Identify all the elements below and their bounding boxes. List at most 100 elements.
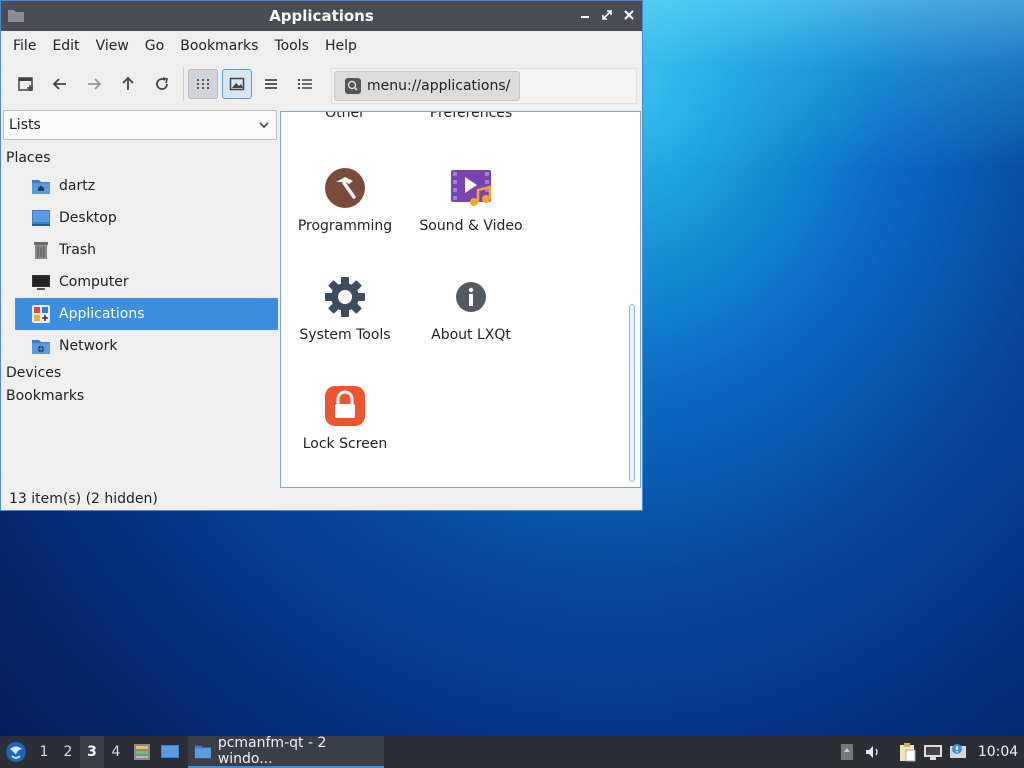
folder-item-about-lxqt[interactable]: About LXQt	[409, 275, 533, 343]
sidebar-item-home[interactable]: dartz	[15, 170, 278, 202]
folder-item-system-tools[interactable]: System Tools	[283, 275, 407, 343]
arrow-left-icon	[52, 78, 66, 90]
desktop-icon	[32, 210, 50, 226]
minimize-button[interactable]	[578, 7, 592, 23]
network-icon	[32, 340, 50, 354]
tray-volume[interactable]	[860, 736, 886, 768]
side-pane: Lists Places dartz Desktop Trash Compute…	[3, 110, 279, 486]
forward-button[interactable]	[79, 69, 109, 99]
status-bar: 13 item(s) (2 hidden)	[9, 491, 158, 507]
quicklaunch-files[interactable]	[128, 736, 156, 768]
taskbar: 1 2 3 4 pcmanfm-qt - 2 windo... 10:04	[0, 735, 1024, 768]
desktop-background	[640, 0, 1024, 170]
computer-icon	[32, 275, 50, 290]
lock-icon	[325, 386, 365, 426]
devices-heading[interactable]: Devices	[3, 362, 279, 385]
new-tab-button[interactable]	[11, 69, 41, 99]
notification-icon	[950, 744, 966, 758]
sidebar-item-desktop[interactable]: Desktop	[15, 202, 278, 234]
menu-file[interactable]: File	[5, 31, 44, 61]
desktop-icon	[161, 745, 179, 758]
sidebar-item-network[interactable]: Network	[15, 330, 278, 362]
tray-notifications[interactable]	[946, 736, 972, 768]
workspace-4[interactable]: 4	[104, 736, 128, 768]
path-button[interactable]: menu://applications/	[334, 71, 520, 101]
compact-view-button[interactable]	[256, 69, 286, 99]
trash-icon	[34, 242, 48, 259]
compact-list-icon	[265, 79, 277, 89]
back-button[interactable]	[45, 69, 75, 99]
folder-icon	[8, 10, 24, 22]
folder-item-programming[interactable]: Programming	[283, 166, 407, 234]
menu-tools[interactable]: Tools	[266, 31, 317, 61]
task-label: pcmanfm-qt - 2 windo...	[217, 735, 327, 767]
thumbnail-view-button[interactable]	[222, 69, 252, 99]
address-text: menu://applications/	[367, 78, 511, 94]
folder-item-label: About LXQt	[431, 327, 511, 343]
toolbar: menu://applications/	[1, 61, 642, 107]
removable-drive-icon	[841, 744, 853, 760]
vertical-scrollbar[interactable]	[629, 304, 635, 482]
system-tray: 10:04	[834, 736, 1024, 768]
home-folder-icon	[32, 180, 50, 194]
sidebar-item-trash[interactable]: Trash	[15, 234, 278, 266]
workspace-1[interactable]: 1	[32, 736, 56, 768]
sidebar-item-label: Trash	[59, 242, 96, 258]
sidebar-item-label: Applications	[59, 306, 145, 322]
close-button[interactable]	[622, 7, 636, 23]
clock[interactable]: 10:04	[972, 744, 1024, 760]
folder-item-label: Sound & Video	[419, 218, 523, 234]
file-cabinet-icon	[134, 744, 150, 760]
menu-help[interactable]: Help	[317, 31, 365, 61]
sidebar-item-label: Computer	[59, 274, 129, 290]
arrow-right-icon	[88, 78, 102, 90]
icon-view-button[interactable]	[188, 69, 218, 99]
clipboard-icon	[900, 743, 916, 762]
address-bar[interactable]: menu://applications/	[331, 68, 637, 104]
title-bar[interactable]: Applications	[1, 1, 642, 31]
menu-view[interactable]: View	[88, 31, 137, 61]
system-tools-icon	[325, 277, 365, 317]
icon-view-icon	[197, 79, 209, 89]
tray-network[interactable]	[920, 736, 946, 768]
folder-item-label: Programming	[297, 218, 393, 234]
arrow-up-icon	[122, 76, 134, 90]
sidebar-item-applications[interactable]: Applications	[15, 298, 278, 330]
tray-clipboard[interactable]	[894, 736, 920, 768]
lxqt-logo-icon	[6, 742, 26, 762]
sidebar-item-computer[interactable]: Computer	[15, 266, 278, 298]
programming-icon	[325, 168, 365, 208]
menu-go[interactable]: Go	[137, 31, 172, 61]
menu-edit[interactable]: Edit	[44, 31, 87, 61]
workspace-2[interactable]: 2	[56, 736, 80, 768]
chevron-down-icon	[259, 122, 269, 129]
task-button-pcmanfm[interactable]: pcmanfm-qt - 2 windo...	[188, 735, 384, 768]
folder-item-preferences[interactable]: Preferences	[409, 111, 533, 121]
folder-item-label: Lock Screen	[302, 436, 388, 452]
bookmarks-heading[interactable]: Bookmarks	[3, 385, 279, 408]
folder-item-sound-video[interactable]: Sound & Video	[409, 166, 533, 234]
network-wired-icon	[924, 745, 942, 760]
detailed-view-button[interactable]	[290, 69, 320, 99]
menu-bookmarks[interactable]: Bookmarks	[172, 31, 266, 61]
sidebar-item-label: Desktop	[59, 210, 117, 226]
volume-icon	[866, 746, 878, 758]
main-menu-button[interactable]	[0, 736, 32, 768]
places-heading[interactable]: Places	[3, 147, 279, 170]
folder-item-lock-screen[interactable]: Lock Screen	[283, 384, 407, 452]
tray-spacer	[886, 736, 894, 768]
menu-bar: File Edit View Go Bookmarks Tools Help	[1, 31, 642, 61]
folder-item-other[interactable]: Other	[283, 112, 407, 121]
maximize-button[interactable]	[600, 7, 614, 23]
side-pane-mode-select[interactable]: Lists	[3, 110, 277, 140]
reload-button[interactable]	[147, 69, 177, 99]
folder-icon	[194, 745, 211, 759]
folder-item-label: Preferences	[429, 111, 513, 121]
quicklaunch-desktop[interactable]	[156, 736, 184, 768]
image-icon	[229, 77, 245, 91]
folder-view[interactable]: Other Preferences Programming Sound & Vi…	[280, 111, 641, 488]
up-button[interactable]	[113, 69, 143, 99]
workspace-3[interactable]: 3	[80, 736, 104, 768]
file-manager-window[interactable]: Applications File Edit View Go Bookmarks…	[0, 0, 643, 511]
tray-drive[interactable]	[834, 736, 860, 768]
